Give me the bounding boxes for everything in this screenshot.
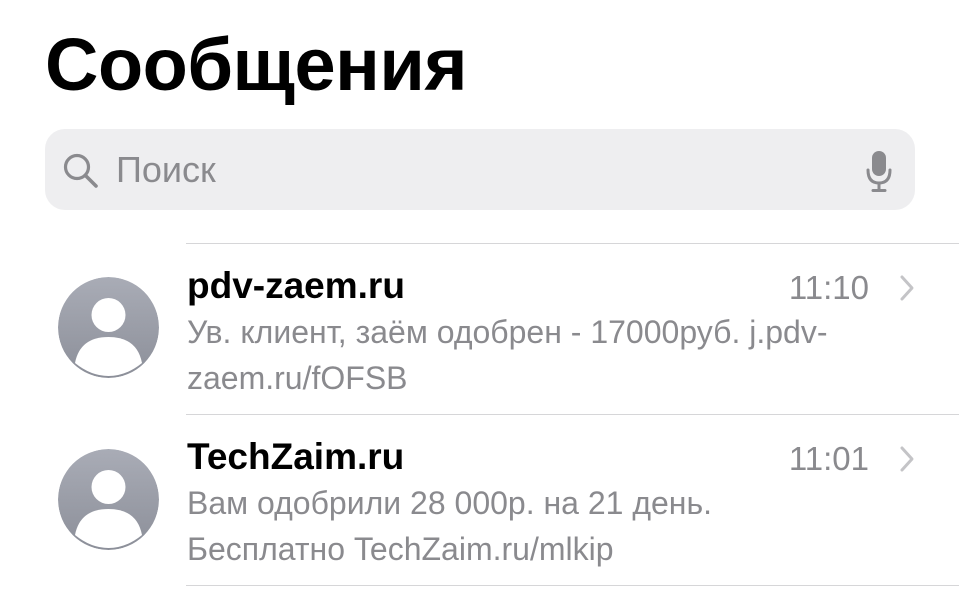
conversation-row[interactable]: TechZaim.ru 11:01 Вам одобрили 28 000р. …	[0, 415, 959, 585]
message-time: 11:01	[788, 440, 869, 477]
microphone-icon[interactable]	[865, 149, 893, 193]
message-preview-line: Вам одобрили 28 000р. на 21 день.	[187, 485, 713, 521]
search-input[interactable]	[116, 149, 816, 191]
chevron-right-icon	[900, 275, 914, 301]
page-title: Сообщения	[45, 23, 468, 106]
chevron-right-icon	[900, 446, 914, 472]
list-divider	[186, 585, 959, 586]
message-time: 11:10	[788, 269, 869, 306]
message-preview: Вам одобрили 28 000р. на 21 день. Беспла…	[187, 480, 907, 572]
message-preview-line: Бесплатно TechZaim.ru/mlkip	[187, 531, 614, 567]
message-preview: Ув. клиент, заём одобрен - 17000руб. j.p…	[187, 309, 907, 401]
message-preview-line: zaem.ru/fOFSB	[187, 360, 408, 396]
person-icon	[58, 277, 159, 378]
conversation-row[interactable]: pdv-zaem.ru 11:10 Ув. клиент, заём одобр…	[0, 244, 959, 414]
search-icon	[63, 153, 98, 188]
person-icon	[58, 449, 159, 550]
sender-name: TechZaim.ru	[187, 436, 405, 477]
message-preview-line: Ув. клиент, заём одобрен - 17000руб. j.p…	[187, 314, 828, 350]
sender-name: pdv-zaem.ru	[187, 265, 405, 306]
search-bar[interactable]	[45, 129, 915, 210]
